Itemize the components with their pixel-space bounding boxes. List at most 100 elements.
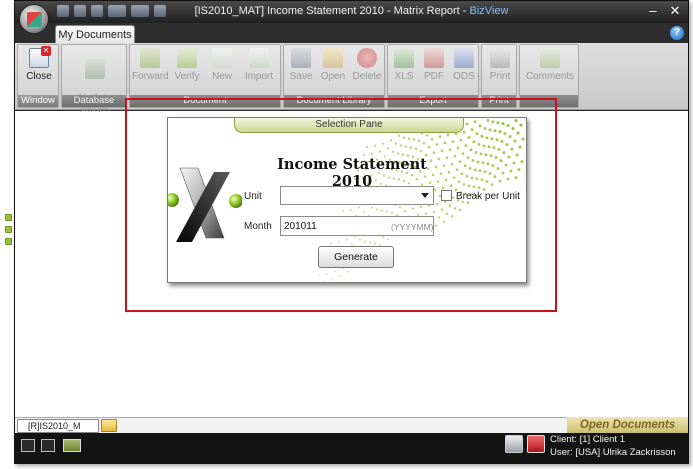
view-mode-tiled-icon[interactable] [41,439,55,452]
left-edge-strip [0,0,14,469]
close-document-button[interactable]: ✕ Close [20,46,58,82]
view-mode-tabbed-icon[interactable] [63,439,81,452]
decor-dot [480,134,484,138]
new-button[interactable]: New [206,48,238,82]
decor-dot [370,206,374,209]
delete-label: Delete [352,71,382,82]
decor-dot [492,146,496,150]
decor-dot [391,150,395,153]
verify-label: Verify [174,71,200,82]
forward-button[interactable]: Forward [132,48,169,82]
bizview-logo-icon [168,167,242,242]
user-card-icon[interactable] [527,435,545,453]
decor-dot [451,140,455,144]
decor-dot [506,123,510,128]
decor-dot [451,196,455,199]
chevron-down-icon[interactable] [421,193,429,198]
decor-dot [490,183,494,186]
decor-dot [404,145,408,148]
ribbon-group-database: Update Values Database [61,44,127,115]
unit-dropdown[interactable] [280,186,434,205]
month-format-hint: (YYYYMM) [391,222,434,232]
decor-dot [411,207,415,210]
decor-dot [480,178,484,182]
close-doc-icon: ✕ [29,46,51,68]
decor-dot [462,130,466,134]
decor-dot [432,151,436,154]
decor-dot [467,136,471,140]
decor-dot [475,132,479,136]
decor-dot [378,150,382,153]
minimize-button[interactable]: – [644,3,662,19]
ribbon-group-label: Export [388,95,478,107]
screenshot-root: [IS2010_MAT] Income Statement 2010 - Mat… [0,0,693,469]
break-per-unit-label: Break per Unit [456,191,520,202]
decor-dot [464,144,468,148]
decor-dot [443,141,447,145]
save-button[interactable]: Save [286,48,316,82]
decor-dot [346,238,348,241]
decor-dot [397,134,401,137]
export-ods-button[interactable]: ODS [450,48,478,82]
decor-dot [460,172,464,176]
print-button[interactable]: Print [484,48,516,82]
title-bar: [IS2010_MAT] Income Statement 2010 - Mat… [15,1,688,23]
document-tab[interactable]: [R]IS2010_M [17,419,99,433]
delete-button[interactable]: Delete [350,48,384,82]
decor-dot [466,156,470,160]
decor-dot [485,136,489,140]
decor-dot [519,123,523,127]
ods-icon [454,48,474,68]
decor-dot [516,131,520,135]
decor-dot [347,270,349,273]
open-button[interactable]: Open [318,48,348,82]
decor-dot [385,210,389,213]
decor-dot [465,175,469,178]
application-menu-button[interactable] [19,4,49,34]
decor-dot [463,164,467,168]
tab-my-documents[interactable]: My Documents [55,25,135,44]
decor-dot [370,152,374,155]
import-button[interactable]: Import [240,48,278,82]
verify-button[interactable]: Verify [170,48,204,82]
decor-dot [381,235,385,238]
decor-dot [520,160,524,164]
decor-dot [477,186,481,190]
export-xls-button[interactable]: XLS [390,48,418,82]
ribbon-group-document: Forward Verify New Import Document [129,44,281,108]
decor-dot [445,156,449,160]
decor-dot [470,176,474,180]
xls-icon [394,48,414,68]
ribbon-group-comments: Comments [519,44,579,108]
decor-dot [341,209,345,213]
decor-dot [334,270,336,273]
document-content-area: Selection Pane Income Statement 2010 Uni… [15,98,688,417]
folder-icon[interactable] [101,419,117,432]
close-window-button[interactable]: ✕ [666,3,684,19]
decor-dot [488,172,492,175]
bizview-window: [IS2010_MAT] Income Statement 2010 - Mat… [14,0,689,464]
selection-pane-header[interactable]: Selection Pane [234,118,464,133]
decor-dot [475,177,479,181]
help-icon[interactable]: ? [670,26,684,40]
forward-label: Forward [132,71,169,82]
decor-dot [373,144,377,147]
open-documents-panel-label[interactable]: Open Documents [567,417,688,434]
view-mode-single-icon[interactable] [21,439,35,452]
generate-button[interactable]: Generate [318,246,394,268]
language-icon[interactable] [505,435,523,453]
decor-dot [435,202,439,206]
decor-dot [394,142,398,145]
decor-dot [380,209,384,212]
decor-dot [402,136,406,139]
decor-dot [386,238,390,241]
break-per-unit-checkbox[interactable] [441,190,452,201]
ribbon-group-label [520,95,578,107]
comments-button[interactable]: Comments [522,48,578,82]
decor-dot [517,168,521,172]
decor-dot [472,140,476,144]
decor-dot [514,176,518,180]
decor-dot [490,137,494,141]
decor-dot [506,177,510,181]
export-pdf-button[interactable]: PDF [420,48,448,82]
